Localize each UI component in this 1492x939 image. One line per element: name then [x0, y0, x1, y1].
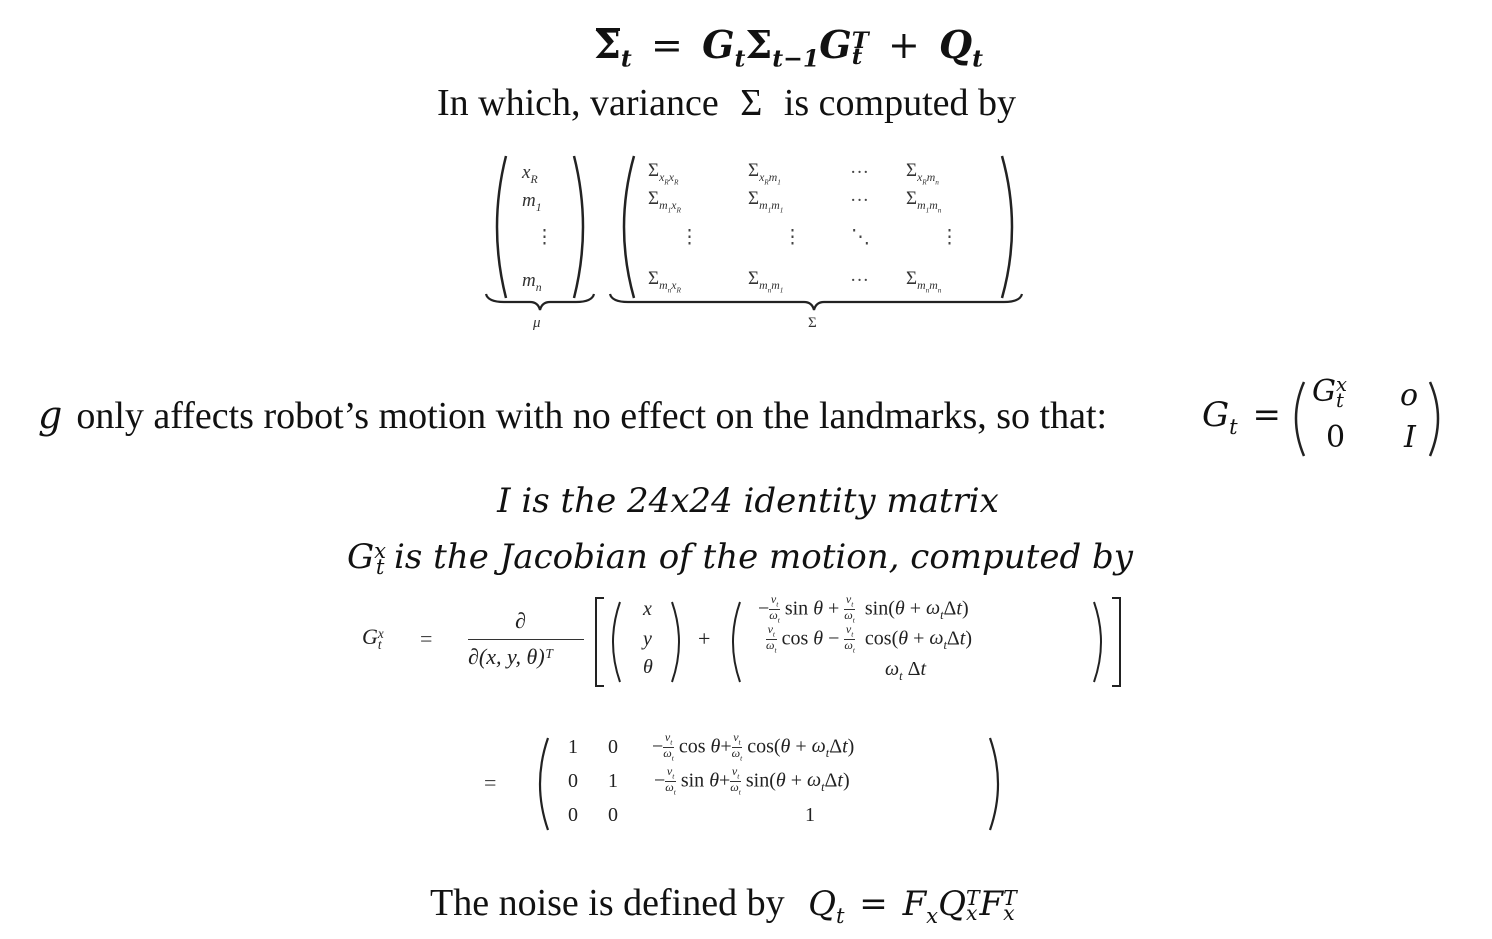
symbol: G	[346, 537, 375, 577]
subscript: t	[972, 44, 984, 73]
variance-description: In which, variance Σ is computed by	[437, 80, 1016, 126]
jacobian-description: Gx t is the Jacobian of the motion, comput…	[0, 532, 1480, 582]
bar-overline	[596, 28, 620, 31]
mu-underbrace	[484, 293, 596, 311]
covariance-prediction-equation: Σt = GtΣt−1G Tt + Qt	[594, 22, 984, 73]
equals-sign: =	[1252, 395, 1281, 435]
G-matrix-cell: 0	[1326, 420, 1346, 455]
sigma-label: Σ	[808, 315, 817, 331]
subscript: x	[926, 902, 939, 928]
subscript: t	[734, 44, 746, 73]
symbol: Q	[938, 884, 966, 924]
equals-sign: =	[859, 884, 888, 924]
sigma-cell: Σmnm1	[748, 268, 784, 295]
jacobian-lhs: Gxt	[362, 624, 384, 652]
partial-numerator: ∂	[515, 608, 526, 633]
partial-denominator: ∂(x, y, θ)ᵀ	[468, 644, 554, 669]
result-cell: 0	[568, 804, 578, 826]
motion-entry: − vt ωt sin θ + vt ωt sin(θ + ωtΔt)	[758, 592, 969, 625]
G-matrix-cell: Gxt	[1312, 373, 1347, 412]
plus-sign: +	[887, 23, 920, 67]
motion-entry: vt ωt cos θ − vt ωt cos(θ + ωtΔt)	[766, 622, 973, 655]
plus-sign: +	[698, 626, 711, 651]
G-definition: Gt =	[1202, 392, 1285, 450]
G-matrix-cell: o	[1400, 378, 1419, 413]
sigma-symbol: Σ	[740, 82, 763, 124]
sigma-cell: ΣxRmn	[906, 160, 939, 187]
sigma-cell: Σmnmn	[906, 268, 942, 295]
motion-entry: ωt Δt	[885, 658, 927, 683]
sigma-cell: ⋮	[783, 227, 802, 248]
g-symbol: g	[38, 393, 63, 437]
result-cell: 1	[805, 804, 815, 826]
symbol: G	[702, 22, 735, 67]
subscript: t	[835, 902, 845, 928]
noise-description: The noise is defined by Qt = FxQ Tx F Tx	[430, 880, 1017, 939]
text: is computed by	[783, 82, 1017, 124]
result-cell: 1	[608, 770, 618, 792]
result-cell: 1	[568, 736, 578, 758]
sigma-cell: ···	[850, 270, 869, 291]
fraction-bar	[468, 639, 584, 640]
subscript: t	[620, 44, 632, 73]
sigma-cell: ⋮	[680, 227, 699, 248]
symbol: G	[1202, 395, 1230, 435]
mu-entry: m1	[522, 190, 542, 214]
symbol: F	[979, 884, 1004, 924]
sigma-cell: ···	[850, 190, 869, 211]
symbol: Q	[808, 884, 836, 924]
result-cell: 0	[608, 736, 618, 758]
symbol: Q	[939, 22, 973, 67]
sigma-underbrace	[608, 293, 1024, 311]
sigma-cell: ΣmnxR	[648, 268, 681, 295]
text: is the Jacobian of the motion, computed …	[394, 537, 1134, 577]
text: only affects robot’s motion with no effe…	[76, 395, 1108, 437]
sigma-cell: ΣxRm1	[748, 160, 781, 187]
state-entry: y	[643, 628, 652, 650]
text: In which, variance	[437, 82, 719, 124]
state-entry: θ	[643, 656, 653, 678]
symbol: F	[902, 884, 927, 924]
equals-sign: =	[651, 23, 683, 67]
g-description: g only affects robot’s motion with no eff…	[38, 392, 1107, 439]
state-entry: x	[643, 598, 652, 620]
text: The noise is defined by	[430, 882, 785, 924]
symbol: G	[819, 22, 852, 67]
sigma-cell: Σm1mn	[906, 188, 942, 215]
sigma-cell: Σm1xR	[648, 188, 681, 215]
symbol: Σ	[745, 22, 773, 67]
result-cell: 0	[568, 770, 578, 792]
G-matrix-cell: I	[1404, 420, 1416, 455]
mu-entry: ⋮	[535, 227, 554, 248]
subscript: t−1	[772, 44, 820, 73]
sigma-cell: ΣxRxR	[648, 160, 679, 187]
equals-sign: =	[420, 626, 433, 651]
subscript: t	[1229, 413, 1238, 439]
result-cell: − vt ωt cos θ+ vt ωt cos(θ + ωtΔt)	[652, 730, 855, 763]
result-cell: − vt ωt sin θ+ vt ωt sin(θ + ωtΔt)	[654, 764, 850, 797]
sigma-cell: ⋮	[940, 227, 959, 248]
mu-label: μ	[533, 315, 541, 331]
sigma-cell: Σm1m1	[748, 188, 784, 215]
subscript: t	[375, 554, 385, 579]
equals-sign: =	[484, 770, 497, 795]
subscript: x	[1003, 901, 1015, 925]
mu-entry: xR	[522, 162, 538, 186]
sigma-cell: ⋱	[851, 227, 870, 248]
sigma-cell: ···	[850, 162, 869, 183]
result-cell: 0	[608, 804, 618, 826]
identity-description: I is the 24x24 identity matrix	[497, 481, 999, 521]
